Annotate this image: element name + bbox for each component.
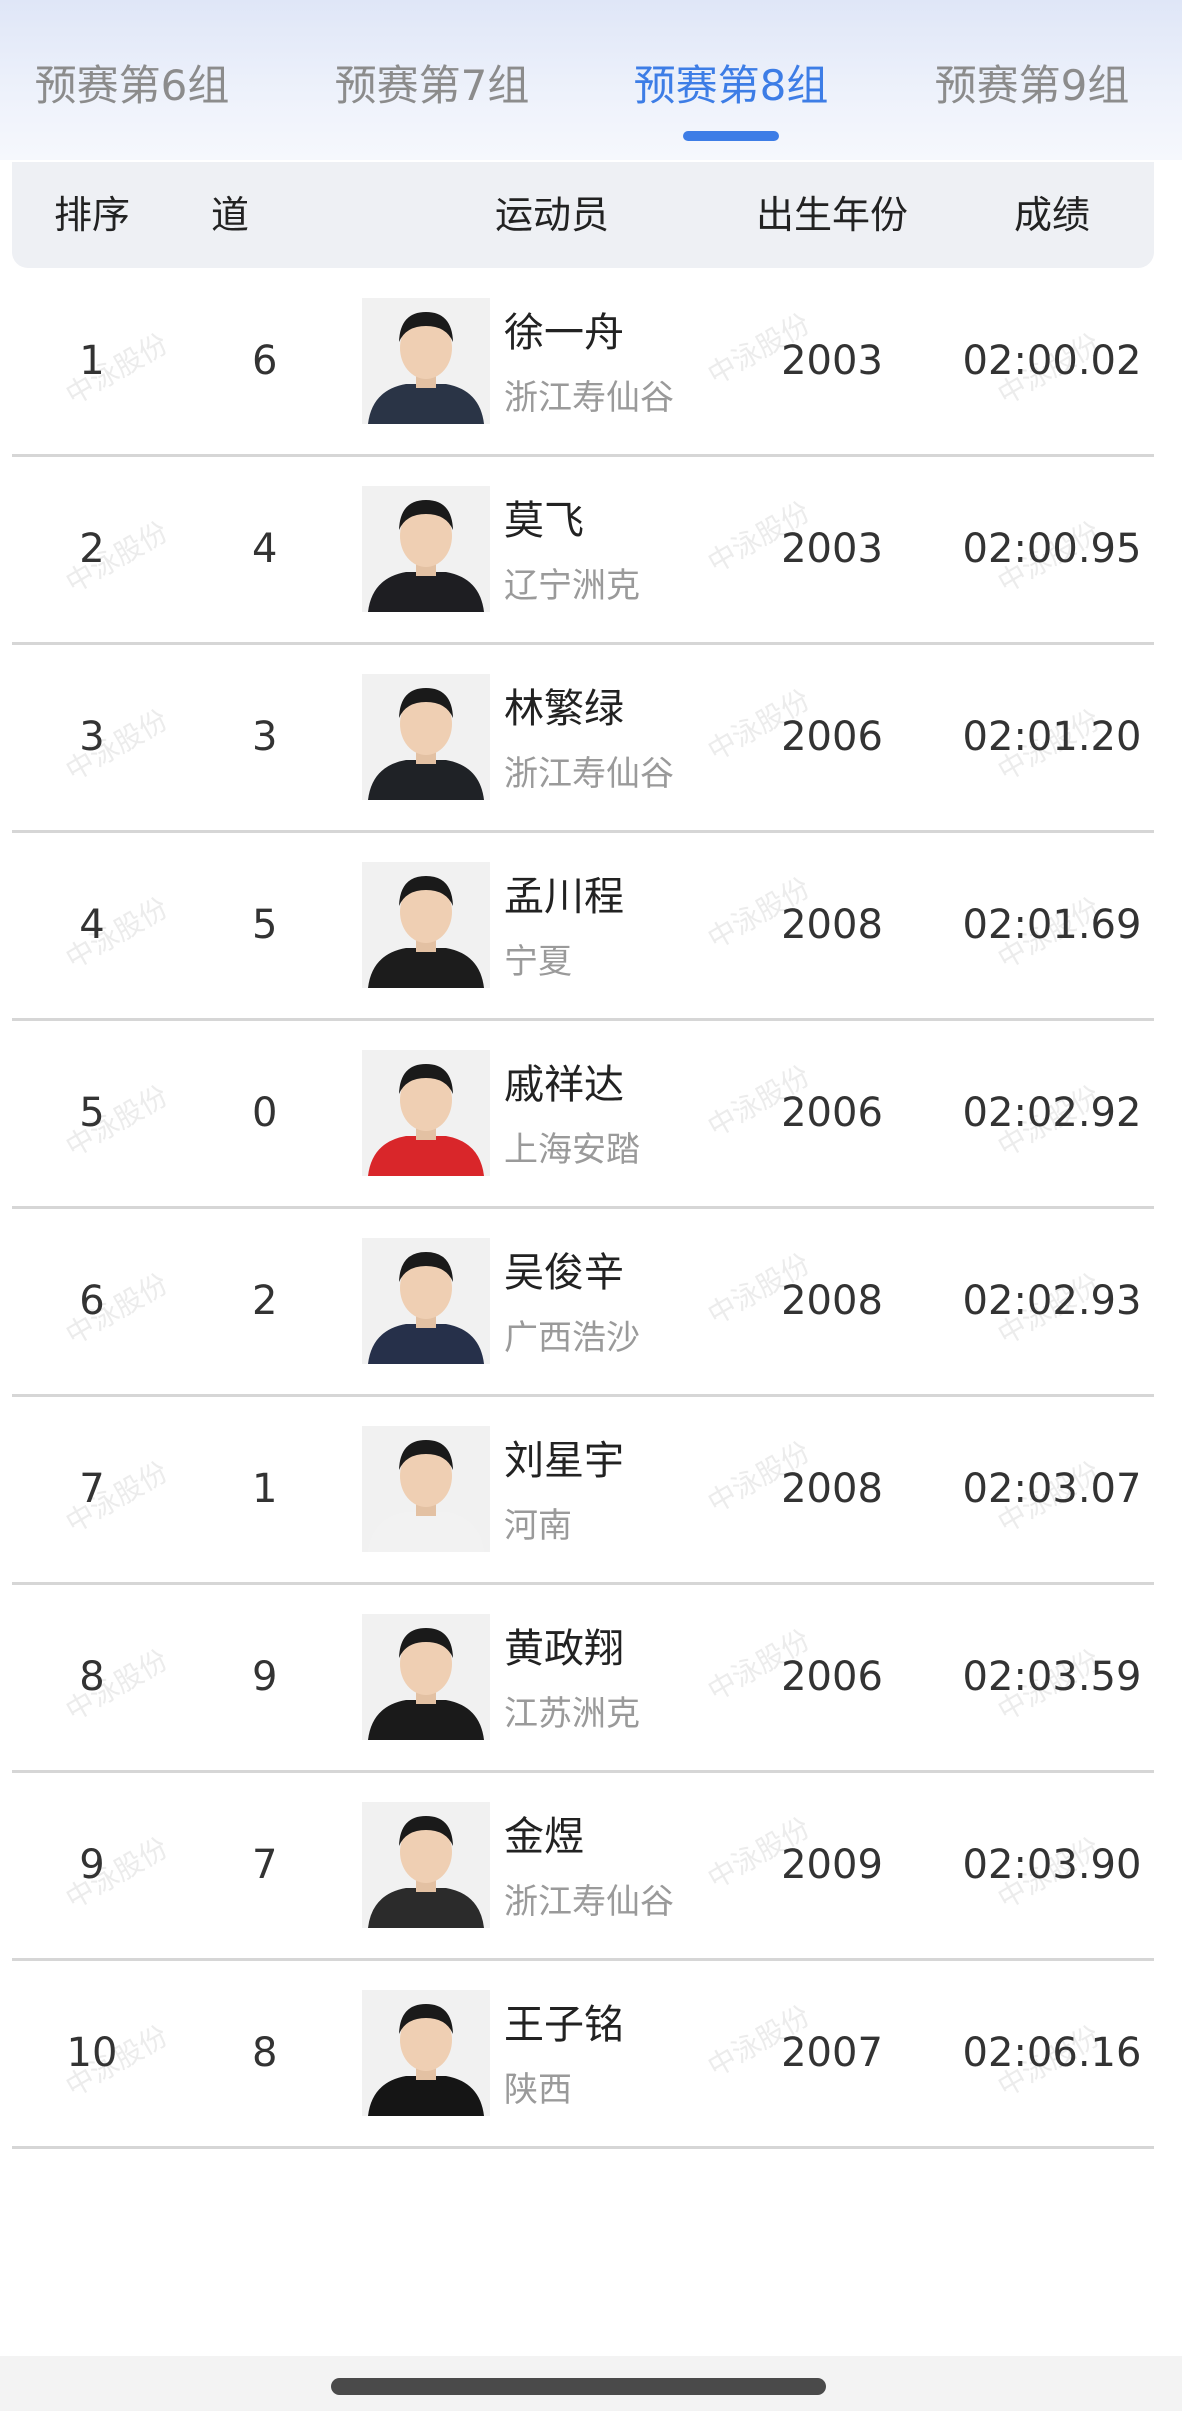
birth-year-cell: 2003 <box>781 338 883 384</box>
athlete-team: 辽宁洲克 <box>504 566 640 606</box>
athlete-team: 浙江寿仙谷 <box>504 754 674 794</box>
athlete-name: 黄政翔 <box>504 1626 624 1672</box>
header-lane: 道 <box>210 193 249 237</box>
athlete-photo <box>362 1050 490 1176</box>
athlete-team: 浙江寿仙谷 <box>504 378 674 418</box>
result-cell: 02:02.92 <box>962 1090 1142 1136</box>
tab-heat-7[interactable]: 预赛第7组 <box>312 52 552 113</box>
athlete-photo <box>362 298 490 424</box>
athlete-photo <box>362 1990 490 2116</box>
athlete-name: 王子铭 <box>504 2002 624 2048</box>
result-cell: 02:00.95 <box>962 526 1142 572</box>
birth-year-cell: 2007 <box>781 2030 883 2076</box>
lane-cell: 9 <box>252 1654 278 1700</box>
result-cell: 02:01.20 <box>962 714 1142 760</box>
lane-cell: 5 <box>252 902 278 948</box>
header-result: 成绩 <box>1013 193 1090 237</box>
lane-cell: 1 <box>252 1466 278 1512</box>
rank-cell: 3 <box>79 714 105 760</box>
tab-heat-9[interactable]: 预赛第9组 <box>912 52 1152 113</box>
table-row[interactable]: 中泳股份 中泳股份 中泳股份 9 7 金煜 浙江寿仙谷 2009 02:03.9… <box>12 1772 1154 1961</box>
rank-cell: 9 <box>79 1842 105 1888</box>
athlete-photo <box>362 1802 490 1928</box>
header-athlete: 运动员 <box>494 193 609 237</box>
table-row[interactable]: 中泳股份 中泳股份 中泳股份 7 1 刘星宇 河南 2008 02:03.07 <box>12 1396 1154 1585</box>
athlete-team: 陕西 <box>504 2070 572 2110</box>
table-row[interactable]: 中泳股份 中泳股份 中泳股份 4 5 孟川程 宁夏 2008 02:01.69 <box>12 832 1154 1021</box>
athlete-photo <box>362 1238 490 1364</box>
rank-cell: 10 <box>66 2030 118 2076</box>
lane-cell: 2 <box>252 1278 278 1324</box>
athlete-name: 林繁绿 <box>504 686 624 732</box>
athlete-team: 广西浩沙 <box>504 1318 640 1358</box>
birth-year-cell: 2008 <box>781 902 883 948</box>
group-tab-bar: 预赛第6组 预赛第7组 预赛第8组 预赛第9组 <box>0 0 1182 160</box>
athlete-name: 刘星宇 <box>504 1438 624 1484</box>
result-cell: 02:03.07 <box>962 1466 1142 1512</box>
system-navigation-area <box>0 2356 1182 2411</box>
rank-cell: 8 <box>79 1654 105 1700</box>
rank-cell: 7 <box>79 1466 105 1512</box>
result-cell: 02:01.69 <box>962 902 1142 948</box>
active-tab-indicator <box>683 131 779 141</box>
athlete-photo <box>362 674 490 800</box>
tab-heat-8[interactable]: 预赛第8组 <box>611 52 851 113</box>
athlete-name: 莫飞 <box>504 498 584 544</box>
table-row[interactable]: 中泳股份 中泳股份 中泳股份 5 0 戚祥达 上海安踏 2006 02:02.9… <box>12 1020 1154 1209</box>
athlete-photo <box>362 862 490 988</box>
birth-year-cell: 2003 <box>781 526 883 572</box>
athlete-team: 上海安踏 <box>504 1130 640 1170</box>
table-header: 排序 道 运动员 出生年份 成绩 <box>12 162 1154 268</box>
athlete-team: 宁夏 <box>504 942 572 982</box>
header-rank: 排序 <box>53 193 130 237</box>
result-cell: 02:06.16 <box>962 2030 1142 2076</box>
result-cell: 02:02.93 <box>962 1278 1142 1324</box>
athlete-name: 徐一舟 <box>504 310 624 356</box>
header-birth-year: 出生年份 <box>755 193 908 237</box>
birth-year-cell: 2008 <box>781 1466 883 1512</box>
birth-year-cell: 2006 <box>781 1654 883 1700</box>
result-cell: 02:00.02 <box>962 338 1142 384</box>
athlete-team: 浙江寿仙谷 <box>504 1882 674 1922</box>
athlete-name: 金煜 <box>504 1814 584 1860</box>
lane-cell: 0 <box>252 1090 278 1136</box>
athlete-name: 戚祥达 <box>504 1062 624 1108</box>
birth-year-cell: 2006 <box>781 714 883 760</box>
lane-cell: 8 <box>252 2030 278 2076</box>
table-row[interactable]: 中泳股份 中泳股份 中泳股份 3 3 林繁绿 浙江寿仙谷 2006 02:01.… <box>12 644 1154 833</box>
birth-year-cell: 2009 <box>781 1842 883 1888</box>
athlete-photo <box>362 1426 490 1552</box>
lane-cell: 4 <box>252 526 278 572</box>
result-cell: 02:03.59 <box>962 1654 1142 1700</box>
athlete-team: 江苏洲克 <box>504 1694 640 1734</box>
athlete-team: 河南 <box>504 1506 572 1546</box>
rank-cell: 5 <box>79 1090 105 1136</box>
result-cell: 02:03.90 <box>962 1842 1142 1888</box>
rank-cell: 2 <box>79 526 105 572</box>
home-indicator[interactable] <box>331 2378 826 2395</box>
tab-heat-6[interactable]: 预赛第6组 <box>12 52 252 113</box>
rank-cell: 4 <box>79 902 105 948</box>
athlete-name: 孟川程 <box>504 874 624 920</box>
athlete-name: 吴俊辛 <box>504 1250 624 1296</box>
athlete-photo <box>362 1614 490 1740</box>
athlete-photo <box>362 486 490 612</box>
rank-cell: 1 <box>79 338 105 384</box>
table-row[interactable]: 中泳股份 中泳股份 中泳股份 2 4 莫飞 辽宁洲克 2003 02:00.95 <box>12 456 1154 645</box>
table-row[interactable]: 中泳股份 中泳股份 中泳股份 10 8 王子铭 陕西 2007 02:06.16 <box>12 1960 1154 2149</box>
table-row[interactable]: 中泳股份 中泳股份 中泳股份 1 6 徐一舟 浙江寿仙谷 2003 02:00.… <box>12 268 1154 457</box>
lane-cell: 6 <box>252 338 278 384</box>
lane-cell: 7 <box>252 1842 278 1888</box>
birth-year-cell: 2008 <box>781 1278 883 1324</box>
table-row[interactable]: 中泳股份 中泳股份 中泳股份 8 9 黄政翔 江苏洲克 2006 02:03.5… <box>12 1584 1154 1773</box>
table-row[interactable]: 中泳股份 中泳股份 中泳股份 6 2 吴俊辛 广西浩沙 2008 02:02.9… <box>12 1208 1154 1397</box>
lane-cell: 3 <box>252 714 278 760</box>
rank-cell: 6 <box>79 1278 105 1324</box>
birth-year-cell: 2006 <box>781 1090 883 1136</box>
